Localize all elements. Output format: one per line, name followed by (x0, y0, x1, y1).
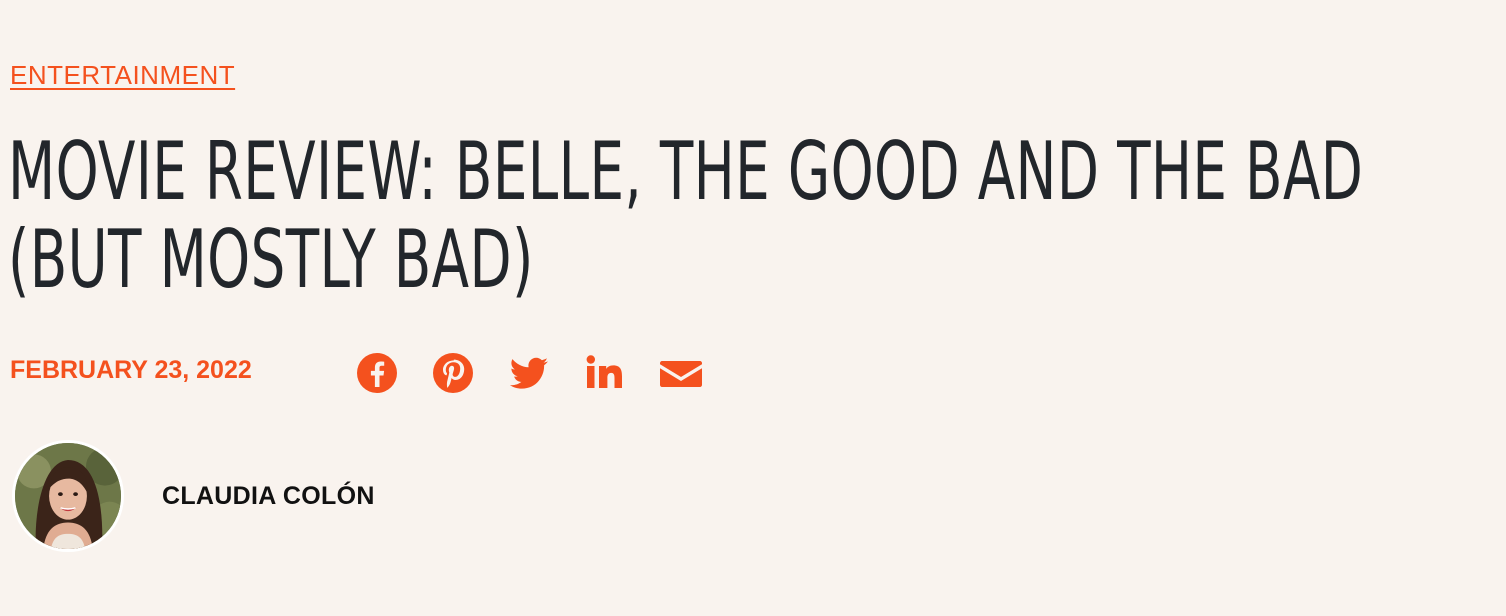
article-title-line-2: (BUT MOSTLY BAD) (8, 213, 534, 306)
email-share-button[interactable] (660, 352, 702, 394)
author-photo (15, 443, 121, 549)
facebook-icon (357, 353, 397, 393)
share-bar (356, 352, 736, 394)
linkedin-icon (586, 355, 622, 388)
category-link[interactable]: ENTERTAINMENT (10, 60, 235, 91)
article-title-line-1: MOVIE REVIEW: BELLE, THE GOOD AND THE BA… (8, 125, 1364, 218)
author-block: CLAUDIA COLÓN (12, 440, 375, 552)
facebook-share-button[interactable] (356, 352, 398, 394)
author-name-link[interactable]: CLAUDIA COLÓN (162, 482, 375, 511)
publish-date: FEBRUARY 23, 2022 (10, 356, 252, 384)
pinterest-share-button[interactable] (432, 352, 474, 394)
twitter-share-button[interactable] (508, 352, 550, 394)
email-icon (660, 361, 702, 387)
linkedin-share-button[interactable] (584, 352, 626, 394)
article-title: MOVIE REVIEW: BELLE, THE GOOD AND THE BA… (8, 128, 1452, 304)
pinterest-icon (433, 353, 473, 393)
author-avatar[interactable] (12, 440, 124, 552)
twitter-icon (509, 357, 548, 389)
